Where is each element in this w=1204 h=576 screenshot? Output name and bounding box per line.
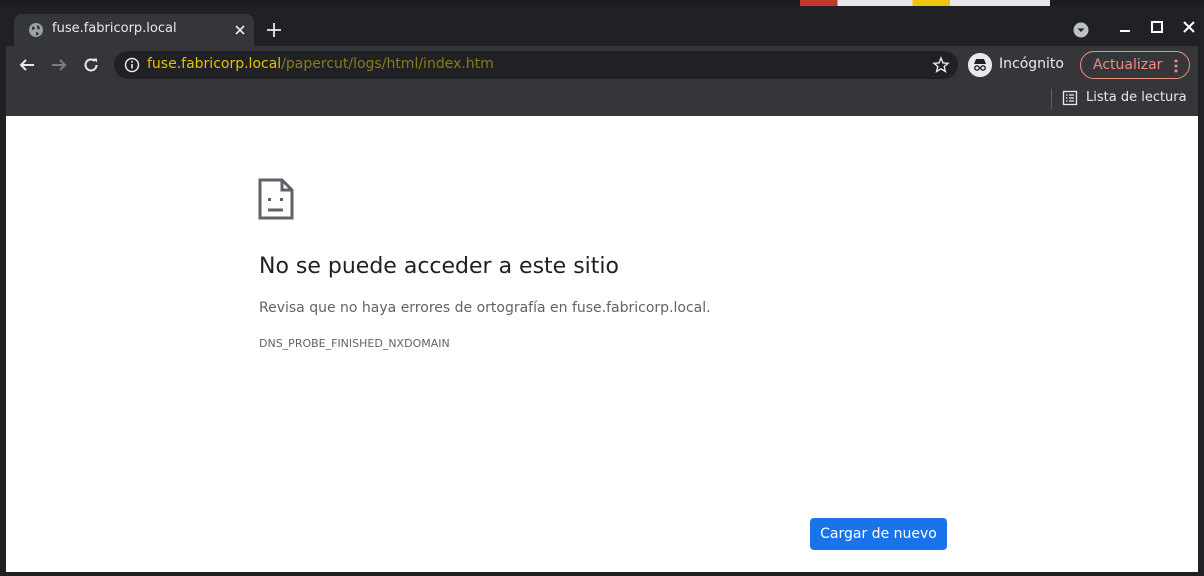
close-tab-icon[interactable] — [232, 22, 248, 38]
more-vert-icon — [1174, 59, 1178, 73]
address-bar[interactable]: fuse.fabricorp.local/papercut/logs/html/… — [114, 51, 958, 79]
tab-active[interactable]: fuse.fabricorp.local — [14, 14, 254, 46]
update-label: Actualizar — [1093, 57, 1163, 73]
reading-list-icon[interactable] — [1062, 90, 1078, 106]
forward-arrow-icon[interactable] — [50, 56, 68, 74]
incognito-label: Incógnito — [999, 56, 1064, 72]
globe-icon — [29, 23, 43, 37]
update-button[interactable]: Actualizar — [1080, 51, 1190, 79]
site-info-icon[interactable] — [124, 57, 140, 73]
back-arrow-icon[interactable] — [18, 56, 36, 74]
sad-document-icon — [258, 178, 294, 220]
bookmarks-bar: Lista de lectura — [6, 84, 1198, 116]
url-host: fuse.fabricorp.local — [147, 56, 282, 72]
bookmark-star-icon[interactable] — [932, 56, 950, 74]
reload-page-label: Cargar de nuevo — [820, 526, 937, 542]
tab-strip: fuse.fabricorp.local — [6, 6, 1198, 46]
bookmarks-divider — [1051, 89, 1052, 109]
incognito-indicator[interactable]: Incógnito — [968, 51, 1074, 79]
error-code: DNS_PROBE_FINISHED_NXDOMAIN — [259, 337, 450, 350]
tab-title: fuse.fabricorp.local — [52, 21, 177, 36]
error-page: No se puede acceder a este sitio Revisa … — [6, 116, 1198, 572]
error-title: No se puede acceder a este sitio — [259, 254, 619, 279]
tab-search-dropdown-icon[interactable] — [1073, 22, 1089, 38]
new-tab-plus-icon[interactable] — [264, 20, 284, 40]
error-description: Revisa que no haya errores de ortografía… — [259, 300, 711, 316]
reload-page-button[interactable]: Cargar de nuevo — [810, 518, 947, 550]
maximize-window-icon[interactable] — [1150, 20, 1164, 34]
url-path: /papercut/logs/html/index.htm — [281, 56, 494, 72]
reload-icon[interactable] — [82, 56, 100, 74]
reading-list-label[interactable]: Lista de lectura — [1086, 90, 1187, 105]
browser-toolbar: fuse.fabricorp.local/papercut/logs/html/… — [6, 46, 1198, 84]
minimize-window-icon[interactable] — [1118, 20, 1132, 34]
url-text[interactable]: fuse.fabricorp.local/papercut/logs/html/… — [147, 56, 494, 72]
close-window-icon[interactable] — [1182, 20, 1196, 34]
incognito-icon — [968, 53, 992, 77]
browser-window: fuse.fabricorp.local fuse.fabricorp.loca… — [0, 0, 1204, 576]
